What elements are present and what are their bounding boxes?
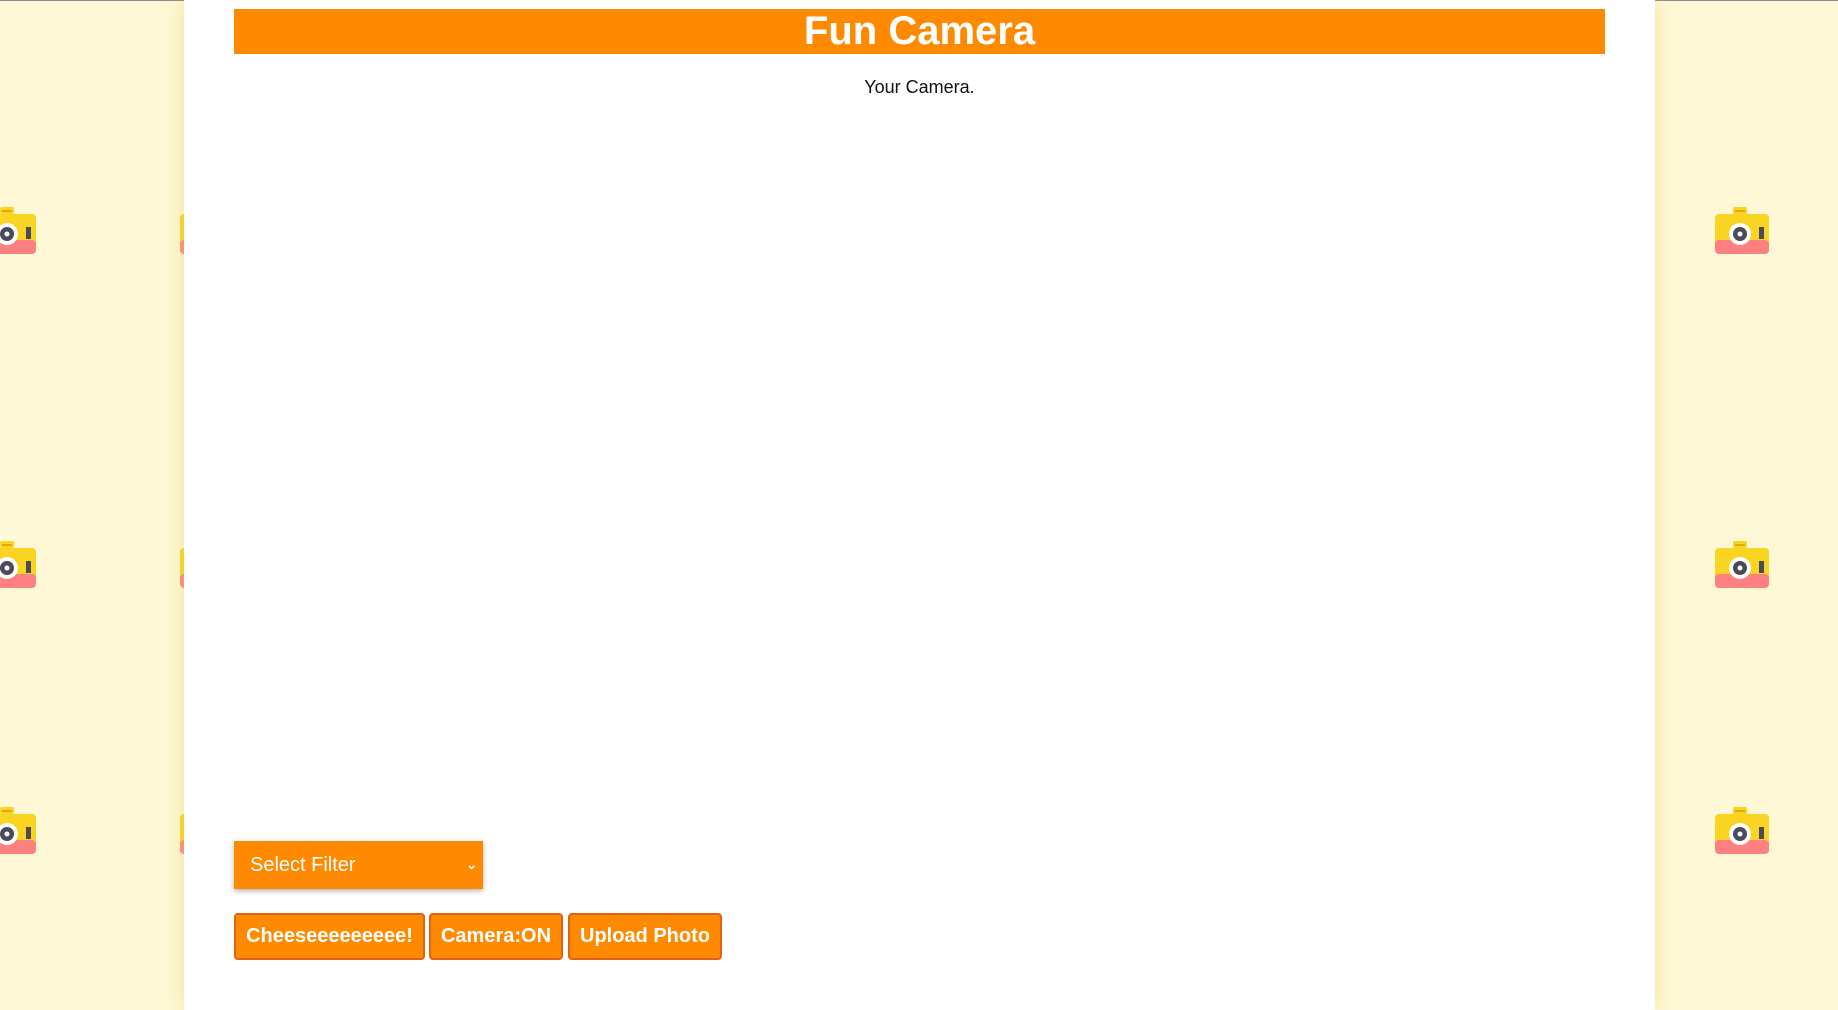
filter-select-value: Select Filter <box>250 854 356 876</box>
capture-button[interactable]: Cheeseeeeeeeee! <box>234 913 425 960</box>
camera-icon <box>0 541 36 588</box>
camera-icon <box>1715 807 1769 854</box>
camera-toggle-button[interactable]: Camera:ON <box>429 913 563 960</box>
camera-caption: Your Camera. <box>864 77 975 97</box>
camera-icon <box>0 807 36 854</box>
camera-icon <box>1715 207 1769 254</box>
camera-panel: Fun Camera Your Camera. Select Filter ⌄ … <box>184 0 1655 1010</box>
chevron-down-icon: ⌄ <box>466 857 477 872</box>
camera-icon <box>0 207 36 254</box>
upload-photo-button[interactable]: Upload Photo <box>568 913 722 960</box>
camera-icon <box>1715 541 1769 588</box>
filter-select[interactable]: Select Filter ⌄ <box>234 841 483 889</box>
page-title: Fun Camera <box>234 9 1605 54</box>
